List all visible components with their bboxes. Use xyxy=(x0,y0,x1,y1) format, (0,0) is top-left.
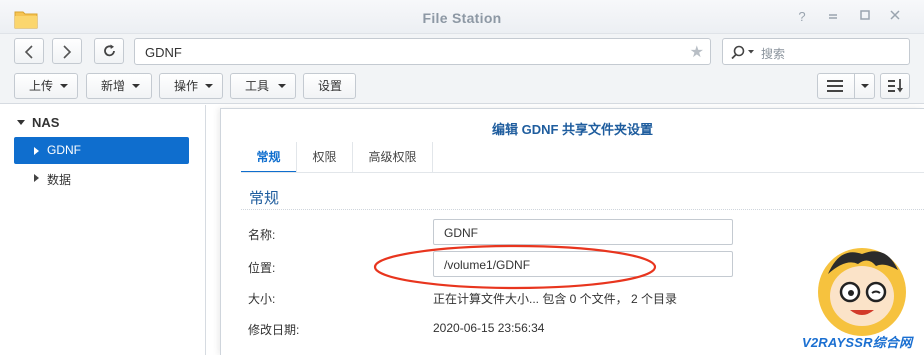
forward-button[interactable] xyxy=(52,38,82,64)
action-button[interactable]: 操作 xyxy=(159,73,223,99)
list-view-icon xyxy=(827,80,843,92)
action-label: 操作 xyxy=(174,79,199,93)
settings-label: 设置 xyxy=(318,79,343,93)
chevron-down-icon xyxy=(861,84,869,88)
modified-label: 修改日期: xyxy=(248,323,300,337)
tree-root-nas[interactable]: NAS xyxy=(32,115,59,130)
upload-label: 上传 xyxy=(29,79,54,93)
tools-button[interactable]: 工具 xyxy=(230,73,296,99)
view-mode-button[interactable] xyxy=(817,73,875,99)
highlight-ellipse xyxy=(373,244,657,290)
folder-tree: NAS GDNF 数据 xyxy=(0,105,206,355)
create-button[interactable]: 新增 xyxy=(86,73,152,99)
tools-label: 工具 xyxy=(245,79,270,93)
watermark-text: V2RAYSSR综合网 xyxy=(802,335,913,350)
modified-value: 2020-06-15 23:56:34 xyxy=(433,321,545,335)
tab-advanced-permissions[interactable]: 高级权限 xyxy=(353,142,433,172)
tab-general[interactable]: 常规 xyxy=(241,142,297,173)
help-icon[interactable]: ? xyxy=(794,9,810,25)
refresh-icon xyxy=(104,44,115,57)
back-button[interactable] xyxy=(14,38,44,64)
chevron-down-icon xyxy=(205,84,213,88)
close-icon[interactable] xyxy=(887,9,903,25)
refresh-button[interactable] xyxy=(94,38,124,64)
tab-permissions[interactable]: 权限 xyxy=(297,142,353,172)
sort-button[interactable] xyxy=(880,73,910,99)
section-title: 常规 xyxy=(249,190,280,207)
maximize-icon[interactable] xyxy=(857,9,873,25)
expand-down-icon[interactable] xyxy=(17,120,25,125)
settings-button[interactable]: 设置 xyxy=(303,73,356,99)
section-divider xyxy=(241,209,924,210)
upload-button[interactable]: 上传 xyxy=(14,73,78,99)
name-label: 名称: xyxy=(248,228,276,242)
create-label: 新增 xyxy=(101,79,126,93)
chevron-left-icon xyxy=(24,45,33,59)
location-label: 位置: xyxy=(248,261,276,275)
chevron-down-icon xyxy=(132,84,140,88)
mascot-watermark: V2RAYSSR综合网 xyxy=(800,240,924,355)
name-value: GDNF xyxy=(444,226,478,240)
pin-icon[interactable] xyxy=(825,9,841,25)
tree-item-gdnf[interactable]: GDNF xyxy=(14,137,189,164)
navigation-bar: GDNF ★ 搜索 xyxy=(0,34,924,68)
name-field[interactable]: GDNF xyxy=(433,219,733,245)
chevron-down-icon xyxy=(60,84,68,88)
size-label: 大小: xyxy=(248,292,276,306)
window-title: File Station xyxy=(422,10,502,26)
path-text: GDNF xyxy=(145,45,182,60)
tree-item-label: GDNF xyxy=(47,143,81,157)
expand-right-icon[interactable] xyxy=(34,147,39,155)
chevron-down-icon xyxy=(278,84,286,88)
path-field[interactable]: GDNF ★ xyxy=(134,38,711,65)
search-input[interactable]: 搜索 xyxy=(722,38,910,65)
title-bar: File Station ? xyxy=(0,0,924,34)
chevron-right-icon xyxy=(63,45,72,59)
search-placeholder: 搜索 xyxy=(761,47,786,61)
tab-divider xyxy=(241,172,924,173)
tree-item-label: 数据 xyxy=(47,173,72,187)
search-icon xyxy=(731,45,754,59)
tree-item-data[interactable]: 数据 xyxy=(14,165,189,191)
dialog-title: 编辑 GDNF 共享文件夹设置 xyxy=(491,122,654,137)
expand-right-icon[interactable] xyxy=(34,174,39,182)
action-toolbar: 上传 新增 操作 工具 设置 xyxy=(0,68,924,104)
sort-icon xyxy=(888,79,903,93)
favorite-star-icon[interactable]: ★ xyxy=(690,42,704,62)
